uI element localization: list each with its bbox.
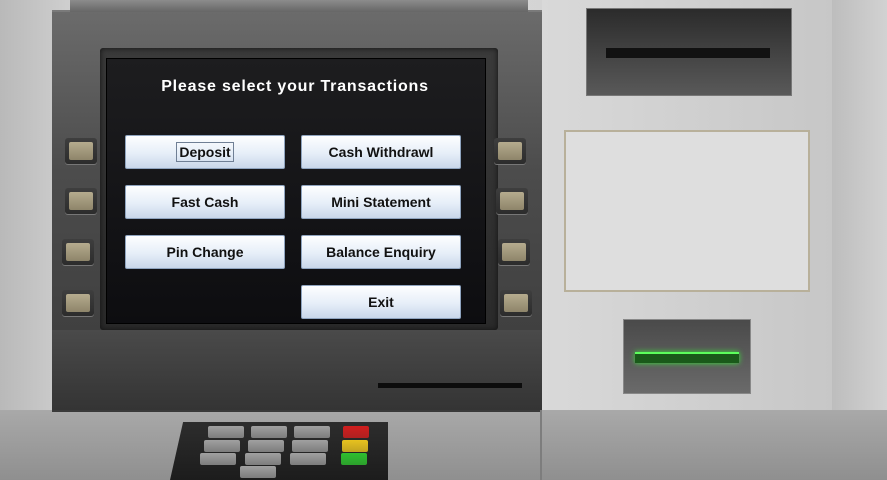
keypad-key[interactable]: [204, 440, 240, 452]
side-display-panel: [564, 130, 810, 292]
keypad-key[interactable]: [245, 453, 281, 465]
keypad-key[interactable]: [208, 426, 244, 438]
keypad-key[interactable]: [248, 440, 284, 452]
keypad-key[interactable]: [251, 426, 287, 438]
atm-lower-panel: [52, 330, 542, 410]
right-soft-key-3[interactable]: [498, 239, 530, 265]
fast-cash-button[interactable]: Fast Cash: [125, 185, 285, 219]
keypad-key[interactable]: [200, 453, 236, 465]
right-soft-key-2[interactable]: [496, 188, 528, 214]
keypad-key[interactable]: [290, 453, 326, 465]
left-soft-key-2[interactable]: [65, 188, 97, 214]
right-soft-key-4[interactable]: [500, 290, 532, 316]
screen-title: Please select your Transactions: [161, 78, 429, 95]
enter-key[interactable]: [341, 453, 367, 465]
receipt-slot: [378, 383, 522, 388]
left-soft-key-4[interactable]: [62, 290, 94, 316]
deposit-button[interactable]: Deposit: [125, 135, 285, 169]
keypad-key[interactable]: [294, 426, 330, 438]
keypad-key[interactable]: [292, 440, 328, 452]
pin-change-button[interactable]: Pin Change: [125, 235, 285, 269]
balance-enquiry-button-label: Balance Enquiry: [326, 244, 436, 260]
balance-enquiry-button[interactable]: Balance Enquiry: [301, 235, 461, 269]
card-reader-slot[interactable]: [635, 352, 739, 363]
deposit-button-label: Deposit: [176, 142, 234, 162]
right-wall: [832, 0, 887, 410]
pin-change-button-label: Pin Change: [166, 244, 244, 260]
left-soft-key-3[interactable]: [62, 239, 94, 265]
mini-statement-button[interactable]: Mini Statement: [301, 185, 461, 219]
mini-statement-button-label: Mini Statement: [331, 194, 431, 210]
exit-button[interactable]: Exit: [301, 285, 461, 319]
atm-top-strip: [70, 0, 528, 12]
left-soft-key-1[interactable]: [65, 138, 97, 164]
cancel-key[interactable]: [343, 426, 369, 438]
floor: [0, 410, 887, 480]
floor-divider: [540, 410, 542, 480]
keypad-key[interactable]: [240, 466, 276, 478]
cash-dispenser-slot: [606, 48, 770, 58]
fast-cash-button-label: Fast Cash: [171, 194, 239, 210]
cash-withdrawl-button[interactable]: Cash Withdrawl: [301, 135, 461, 169]
right-soft-key-1[interactable]: [494, 138, 526, 164]
exit-button-label: Exit: [368, 294, 394, 310]
clear-key[interactable]: [342, 440, 368, 452]
cash-withdrawl-button-label: Cash Withdrawl: [328, 144, 434, 160]
